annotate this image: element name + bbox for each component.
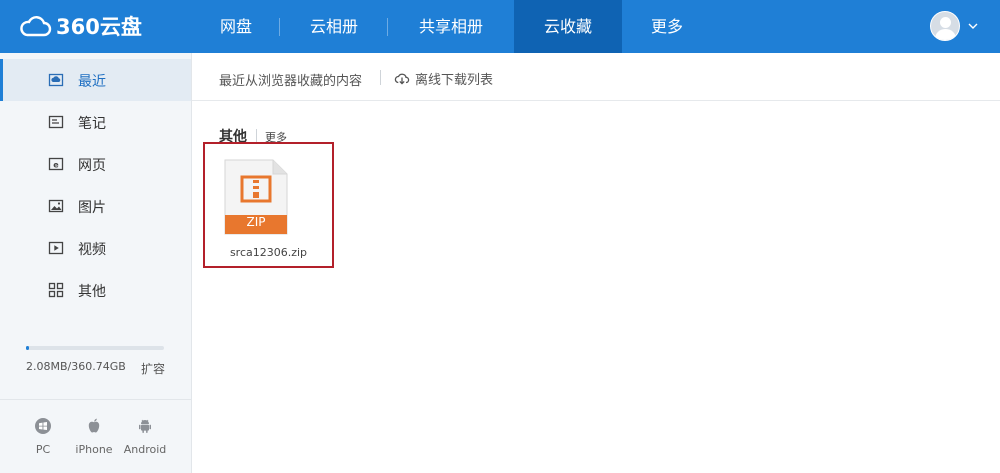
sidebar-item-label: 其他 (78, 284, 106, 300)
sidebar: 最近 笔记 e 网页 图片 视频 其他 2.08MB/360.74GB 扩容 P… (0, 53, 192, 473)
toolbar: 最近从浏览器收藏的内容 离线下载列表 (192, 53, 1000, 101)
sidebar-item-label: 图片 (78, 200, 106, 216)
cloud-download-icon (394, 73, 410, 85)
quota-progress-bar (26, 346, 164, 350)
cloud-logo-icon (20, 16, 52, 37)
client-label: Android (123, 443, 167, 456)
section-divider (256, 129, 257, 142)
sidebar-item-other[interactable]: 其他 (0, 269, 191, 311)
sidebar-item-recent[interactable]: 最近 (0, 59, 191, 101)
svg-text:e: e (53, 161, 59, 170)
toolbar-divider (380, 70, 381, 85)
sidebar-item-images[interactable]: 图片 (0, 185, 191, 227)
grid-icon (48, 282, 64, 298)
nav-cloud-favorites-label: 云收藏 (543, 17, 592, 36)
nav-cloud-favorites[interactable]: 云收藏 (514, 0, 622, 53)
android-icon (139, 419, 151, 433)
offline-download-label: 离线下载列表 (415, 72, 494, 88)
nav-more-label: 更多 (650, 17, 683, 36)
user-menu[interactable] (930, 9, 978, 43)
nav-shared-album-label: 共享相册 (418, 17, 483, 36)
sidebar-item-label: 视频 (78, 242, 106, 258)
avatar[interactable] (930, 11, 960, 41)
sidebar-item-notes[interactable]: 笔记 (0, 101, 191, 143)
client-android[interactable]: Android (120, 417, 170, 456)
main-content: 最近从浏览器收藏的内容 离线下载列表 其他 更多 ZIP srca12306.z… (192, 53, 1000, 473)
nav-cloud-album-label: 云相册 (309, 17, 358, 36)
sidebar-item-videos[interactable]: 视频 (0, 227, 191, 269)
main-nav: 网盘 云相册 共享相册 云收藏 更多 (192, 0, 712, 53)
nav-shared-album[interactable]: 共享相册 (388, 0, 514, 53)
nav-more[interactable]: 更多 (622, 0, 712, 53)
recent-icon (48, 73, 64, 87)
file-name: srca12306.zip (229, 246, 308, 259)
webpage-icon: e (48, 157, 64, 171)
client-label: PC (35, 443, 51, 456)
logo[interactable]: 360云盘 (18, 8, 142, 44)
sidebar-item-label: 最近 (78, 74, 106, 90)
windows-icon (35, 418, 51, 434)
client-iphone[interactable]: iPhone (69, 417, 119, 456)
image-icon (48, 199, 64, 213)
quota-progress-fill (26, 346, 29, 350)
logo-text: 360云盘 (56, 15, 142, 39)
quota-text: 2.08MB/360.74GB (26, 360, 126, 373)
top-bar: 360云盘 网盘 云相册 共享相册 云收藏 更多 (0, 0, 1000, 53)
apple-icon (88, 418, 100, 433)
nav-disk[interactable]: 网盘 (192, 0, 280, 53)
file-type-label: ZIP (246, 215, 266, 229)
expand-storage-link[interactable]: 扩容 (141, 360, 165, 377)
nav-cloud-album[interactable]: 云相册 (280, 0, 388, 53)
client-label: iPhone (75, 443, 113, 456)
sidebar-item-label: 笔记 (78, 116, 106, 132)
file-item[interactable]: ZIP srca12306.zip (203, 142, 334, 268)
offline-download-list-link[interactable]: 离线下载列表 (394, 68, 493, 88)
video-icon (48, 241, 64, 255)
client-pc[interactable]: PC (18, 417, 68, 456)
note-icon (48, 115, 64, 129)
sidebar-divider (0, 399, 191, 400)
chevron-down-icon (968, 23, 978, 29)
toolbar-description: 最近从浏览器收藏的内容 (219, 74, 363, 89)
sidebar-item-label: 网页 (78, 158, 106, 174)
sidebar-item-webpage[interactable]: e 网页 (0, 143, 191, 185)
nav-disk-label: 网盘 (219, 17, 252, 36)
